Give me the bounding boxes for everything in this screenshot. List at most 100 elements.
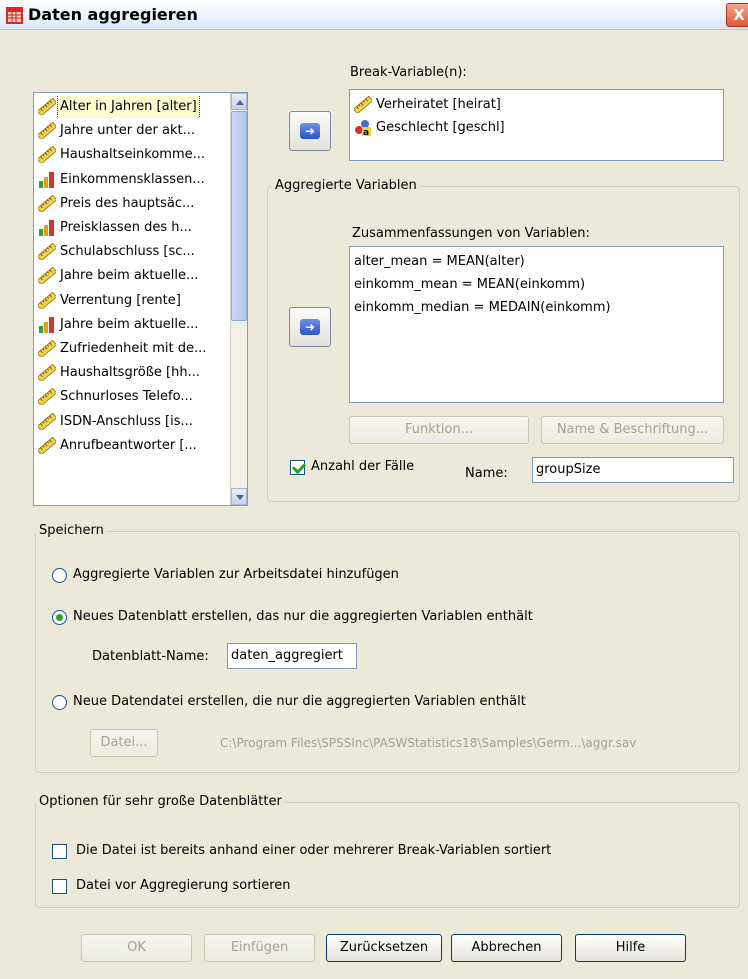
variable-item[interactable]: Alter in Jahren [alter] (36, 95, 229, 118)
summaries-label: Zusammenfassungen von Variablen: (352, 226, 590, 241)
count-cases-checkbox[interactable] (290, 460, 305, 475)
presorted-checkbox[interactable] (52, 844, 67, 859)
summaries-list[interactable]: alter_mean = MEAN(alter) einkomm_mean = M… (349, 246, 724, 403)
scale-ruler-icon (36, 267, 58, 286)
item-label: Schnurloses Telefo... (60, 389, 193, 405)
item-label: Schulabschluss [sc... (60, 244, 195, 260)
aggregate-dialog: Daten aggregieren X Alter in Jahren [alt… (0, 0, 748, 979)
ordinal-bars-icon (38, 171, 56, 188)
item-label: einkomm_mean = MEAN(einkomm) (354, 277, 586, 292)
name-label: Name: (465, 466, 508, 481)
nominal-string-icon: a (354, 119, 372, 138)
dataset-name-field[interactable]: daten_aggregiert (227, 643, 357, 669)
right-arrow-icon: ➜ (300, 319, 320, 335)
break-variable-item[interactable]: a Geschlecht [geschl] (352, 116, 712, 139)
item-label: ISDN-Anschluss [is... (60, 413, 193, 429)
scale-ruler-icon (36, 121, 58, 141)
name-label-button[interactable]: Name & Beschriftung... (541, 416, 724, 444)
break-variables-label: Break-Variable(n): (350, 65, 467, 80)
scale-ruler-icon (352, 95, 374, 115)
file-button[interactable]: Datei... (90, 729, 158, 757)
item-label: Geschlecht [geschl] (376, 120, 505, 135)
ordinal-bars-icon (38, 316, 56, 333)
scroll-up-button[interactable] (231, 93, 247, 110)
window-title: Daten aggregieren (28, 5, 198, 24)
new-datafile-radio[interactable] (52, 695, 67, 710)
large-datasets-legend: Optionen für sehr große Datenblätter (36, 794, 285, 809)
variable-item[interactable]: Haushaltsgröße [hh... (36, 361, 229, 384)
item-label: Haushaltsgröße [hh... (60, 365, 200, 381)
ok-button[interactable]: OK (81, 934, 192, 962)
ordinal-bars-icon (38, 219, 56, 236)
item-label: Verheiratet [heirat] (376, 97, 501, 112)
cancel-button[interactable]: Abbrechen (451, 934, 562, 962)
close-button[interactable]: X (726, 3, 748, 27)
variable-item[interactable]: Jahre beim aktuelle... (36, 264, 229, 287)
add-to-active-label[interactable]: Aggregierte Variablen zur Arbeitsdatei h… (73, 567, 399, 582)
variable-item[interactable]: Schnurloses Telefo... (36, 385, 229, 408)
item-label: Jahre beim aktuelle... (60, 316, 199, 332)
item-label: Alter in Jahren [alter] (57, 95, 200, 118)
item-label: Einkommensklassen... (60, 171, 205, 187)
variable-item[interactable]: Zufriedenheit mit de... (36, 337, 229, 360)
new-dataset-label[interactable]: Neues Datenblatt erstellen, das nur die … (73, 609, 533, 624)
new-dataset-radio[interactable] (52, 610, 67, 625)
variable-item[interactable]: Haushaltseinkomme... (36, 143, 229, 166)
summary-item[interactable]: alter_mean = MEAN(alter) (352, 250, 712, 273)
scale-ruler-icon (36, 242, 58, 262)
presorted-label[interactable]: Die Datei ist bereits anhand einer oder … (76, 843, 551, 858)
function-button[interactable]: Funktion... (349, 416, 529, 444)
scale-ruler-icon (36, 412, 58, 431)
scroll-down-button[interactable] (231, 488, 247, 505)
reset-button[interactable]: Zurücksetzen (326, 934, 442, 962)
source-variable-list[interactable]: Alter in Jahren [alter] Jahre unter der a… (33, 92, 248, 506)
sort-before-checkbox[interactable] (52, 879, 67, 894)
right-arrow-icon: ➜ (300, 123, 320, 139)
variable-item[interactable]: Jahre beim aktuelle... (36, 313, 229, 336)
item-label: Preisklassen des h... (60, 220, 192, 235)
scale-ruler-icon (36, 97, 58, 117)
item-label: Jahre unter der akt... (60, 123, 195, 139)
scroll-thumb[interactable] (231, 111, 247, 321)
paste-button[interactable]: Einfügen (204, 934, 315, 962)
item-label: Anrufbeantworter [... (60, 437, 197, 453)
count-cases-label[interactable]: Anzahl der Fälle (311, 459, 414, 474)
item-label: Haushaltseinkomme... (60, 147, 206, 163)
dataset-name-label: Datenblatt-Name: (92, 649, 209, 664)
move-to-break-button[interactable]: ➜ (289, 111, 331, 151)
save-legend: Speichern (36, 523, 107, 538)
new-datafile-label[interactable]: Neue Datendatei erstellen, die nur die a… (73, 694, 526, 709)
scale-ruler-icon (36, 388, 58, 407)
title-bar[interactable]: Daten aggregieren X (0, 0, 748, 30)
summary-item[interactable]: einkomm_mean = MEAN(einkomm) (352, 273, 712, 296)
variable-item[interactable]: ISDN-Anschluss [is... (36, 410, 229, 433)
file-path-label: C:\Program Files\SPSSInc\PASWStatistics1… (220, 736, 637, 750)
scale-ruler-icon (36, 146, 58, 165)
aggregated-variables-legend: Aggregierte Variablen (272, 178, 420, 193)
add-to-active-radio[interactable] (52, 568, 67, 583)
variable-item[interactable]: Einkommensklassen... (36, 168, 229, 191)
count-name-field[interactable]: groupSize (532, 457, 734, 483)
data-grid-icon (6, 7, 23, 24)
summary-item[interactable]: einkomm_median = MEDAIN(einkomm) (352, 296, 712, 319)
variable-item[interactable]: Jahre unter der akt... (36, 119, 229, 142)
variable-item[interactable]: Preisklassen des h... (36, 216, 229, 239)
variable-item[interactable]: Anrufbeantworter [... (36, 434, 229, 457)
scale-ruler-icon (36, 436, 58, 456)
item-label: Verrentung [rente] (60, 292, 181, 308)
move-to-summaries-button[interactable]: ➜ (289, 307, 331, 347)
variable-item[interactable]: Schulabschluss [sc... (36, 240, 229, 263)
help-button[interactable]: Hilfe (575, 934, 686, 962)
item-label: einkomm_median = MEDAIN(einkomm) (354, 300, 611, 315)
sort-before-label[interactable]: Datei vor Aggregierung sortieren (76, 878, 291, 893)
item-label: Jahre beim aktuelle... (60, 268, 199, 284)
variable-item[interactable]: Verrentung [rente] (36, 289, 229, 312)
item-label: Zufriedenheit mit de... (60, 341, 207, 356)
scale-ruler-icon (36, 291, 58, 310)
list-scrollbar[interactable] (230, 93, 247, 505)
svg-text:a: a (363, 128, 369, 136)
break-variable-list[interactable]: Verheiratet [heirat] a Geschlecht [geschl] (349, 89, 724, 161)
item-label: alter_mean = MEAN(alter) (354, 254, 525, 269)
variable-item[interactable]: Preis des hauptsäc... (36, 192, 229, 215)
break-variable-item[interactable]: Verheiratet [heirat] (352, 93, 712, 116)
